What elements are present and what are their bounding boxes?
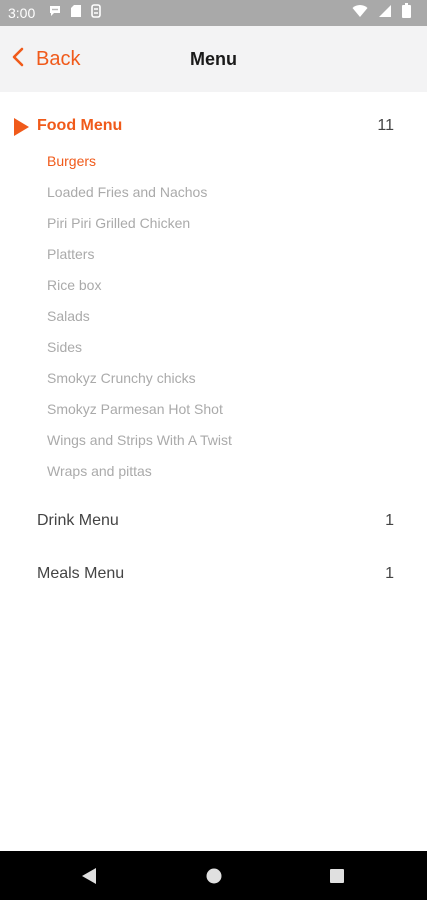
subitem-salads[interactable]: Salads: [0, 301, 427, 332]
subitem-piri-piri-grilled-chicken[interactable]: Piri Piri Grilled Chicken: [0, 208, 427, 239]
category-label: Meals Menu: [37, 565, 125, 582]
subitem-wraps-and-pittas[interactable]: Wraps and pittas: [0, 456, 427, 487]
subitem-wings-and-strips[interactable]: Wings and Strips With A Twist: [0, 425, 427, 456]
category-food-menu[interactable]: Food Menu 11: [0, 106, 427, 146]
category-label: Drink Menu: [37, 512, 119, 529]
category-count: 1: [385, 512, 394, 529]
sync-icon: [90, 3, 102, 23]
wifi-icon: [352, 4, 368, 23]
status-system-icons: [352, 3, 411, 23]
status-bar: 3:00: [0, 0, 427, 26]
subitem-loaded-fries-and-nachos[interactable]: Loaded Fries and Nachos: [0, 177, 427, 208]
category-count: 11: [377, 117, 394, 134]
category-count: 1: [385, 565, 394, 582]
category-drink-menu[interactable]: Drink Menu 1: [0, 501, 427, 541]
subitem-smokyz-crunchy-chicks[interactable]: Smokyz Crunchy chicks: [0, 363, 427, 394]
subitem-burgers[interactable]: Burgers: [0, 146, 427, 177]
status-notification-icons: [48, 3, 102, 23]
back-triangle-icon[interactable]: [81, 867, 97, 890]
battery-icon: [402, 3, 411, 23]
category-meals-menu[interactable]: Meals Menu 1: [0, 554, 427, 594]
subitem-sides[interactable]: Sides: [0, 332, 427, 363]
system-navigation-bar: [0, 851, 427, 900]
navigation-header: Back Menu: [0, 26, 427, 92]
sd-card-icon: [70, 4, 82, 23]
page-title: Menu: [190, 49, 237, 69]
signal-icon: [378, 4, 392, 23]
subitem-rice-box[interactable]: Rice box: [0, 270, 427, 301]
recents-square-icon[interactable]: [329, 867, 345, 890]
home-circle-icon[interactable]: [206, 867, 222, 890]
caret-right-icon: [13, 118, 29, 141]
food-menu-subitems: Burgers Loaded Fries and Nachos Piri Pir…: [0, 146, 427, 487]
chat-icon: [48, 4, 62, 23]
category-label: Food Menu: [37, 117, 123, 134]
status-time: 3:00: [8, 5, 36, 21]
subitem-platters[interactable]: Platters: [0, 239, 427, 270]
subitem-smokyz-parmesan-hot-shot[interactable]: Smokyz Parmesan Hot Shot: [0, 394, 427, 425]
